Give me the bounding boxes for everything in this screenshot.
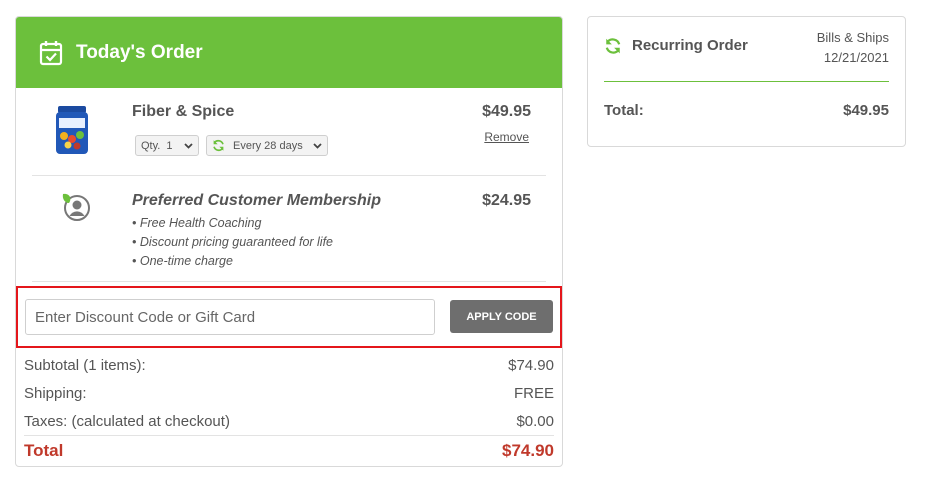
product-image	[56, 106, 88, 154]
total-value: $74.90	[502, 441, 554, 460]
discount-section: APPLY CODE	[16, 286, 562, 348]
benefit-item: • Discount pricing guaranteed for life	[132, 235, 334, 249]
shipping-row: Shipping: FREE	[24, 379, 554, 407]
total-row: Total $74.90	[24, 435, 554, 466]
membership-item: Preferred Customer Membership $24.95 • F…	[32, 176, 546, 282]
bills-ships-date: 12/21/2021	[823, 50, 889, 65]
qty-label: Qty.	[141, 139, 161, 152]
recurring-title: Recurring Order	[632, 37, 748, 54]
frequency-select[interactable]: Every 28 days	[206, 135, 328, 156]
product-name: Fiber & Spice	[132, 103, 235, 120]
product-price: $49.95	[482, 103, 531, 120]
taxes-label: Taxes: (calculated at checkout)	[24, 412, 230, 430]
bills-ships-info: Bills & Ships 12/21/2021	[817, 28, 889, 68]
frequency-value: Every 28 days	[233, 139, 303, 152]
divider	[604, 81, 889, 82]
recurring-order-card: Recurring Order Bills & Ships 12/21/2021…	[587, 16, 906, 147]
subtotal-row: Subtotal (1 items): $74.90	[24, 351, 554, 379]
chevron-down-icon	[313, 142, 322, 149]
qty-value: 1	[166, 139, 173, 152]
sync-icon	[605, 38, 621, 54]
benefit-item: • One-time charge	[132, 254, 233, 268]
subtotal-label: Subtotal (1 items):	[24, 356, 146, 374]
taxes-value: $0.00	[516, 412, 554, 430]
order-totals: Subtotal (1 items): $74.90 Shipping: FRE…	[24, 351, 554, 466]
apply-code-button[interactable]: APPLY CODE	[450, 300, 553, 333]
recurring-total-label: Total:	[604, 102, 644, 119]
shipping-label: Shipping:	[24, 384, 87, 402]
taxes-row: Taxes: (calculated at checkout) $0.00	[24, 407, 554, 435]
recurring-total-value: $49.95	[843, 102, 889, 119]
leaf-person-icon	[62, 193, 90, 221]
discount-code-input[interactable]	[25, 299, 435, 335]
bills-ships-label: Bills & Ships	[816, 30, 889, 45]
shipping-value: FREE	[513, 384, 554, 402]
subtotal-value: $74.90	[508, 356, 554, 374]
remove-link[interactable]: Remove	[484, 130, 529, 144]
order-title: Today's Order	[76, 41, 203, 63]
membership-name: Preferred Customer Membership	[132, 192, 381, 209]
sync-icon	[213, 140, 224, 151]
membership-benefits: • Free Health Coaching • Discount pricin…	[132, 214, 333, 271]
todays-order-card: Today's Order Fiber & Spice $49.95 Remov…	[15, 16, 563, 467]
benefit-item: • Free Health Coaching	[132, 216, 262, 230]
order-item: Fiber & Spice $49.95 Remove Qty. 1 Every…	[32, 88, 546, 176]
order-header: Today's Order	[16, 17, 562, 88]
quantity-select[interactable]: Qty. 1	[135, 135, 199, 156]
total-label: Total	[24, 441, 64, 460]
calendar-check-icon	[39, 40, 63, 65]
chevron-down-icon	[184, 142, 193, 149]
membership-price: $24.95	[482, 192, 531, 209]
